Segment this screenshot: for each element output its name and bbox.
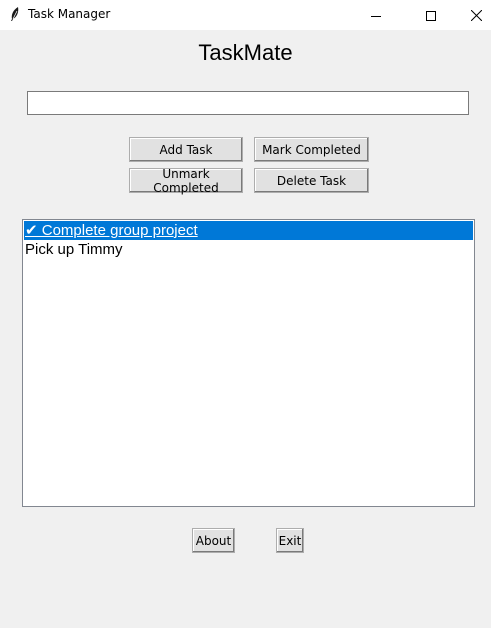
task-item-complete-group-project[interactable]: ✔ Complete group project [24,221,473,240]
mark-completed-button[interactable]: Mark Completed [254,137,369,162]
task-item-pick-up-timmy[interactable]: Pick up Timmy [24,240,473,259]
unmark-completed-button[interactable]: Unmark Completed [129,167,243,195]
window-title: Task Manager [28,7,111,21]
about-button[interactable]: About [192,528,235,553]
task-input[interactable] [27,91,469,115]
title-bar[interactable]: Task Manager [0,0,491,30]
feather-icon [8,6,22,22]
minimize-icon [371,6,381,25]
app-heading: TaskMate [198,40,293,65]
maximize-button[interactable] [408,0,454,30]
exit-button[interactable]: Exit [276,528,304,553]
minimize-button[interactable] [353,0,399,30]
task-list[interactable]: ✔ Complete group project Pick up Timmy [22,219,475,507]
add-task-button[interactable]: Add Task [129,137,243,162]
close-icon [470,6,482,25]
maximize-icon [426,6,436,25]
close-button[interactable] [453,0,491,30]
delete-task-button[interactable]: Delete Task [254,168,369,193]
